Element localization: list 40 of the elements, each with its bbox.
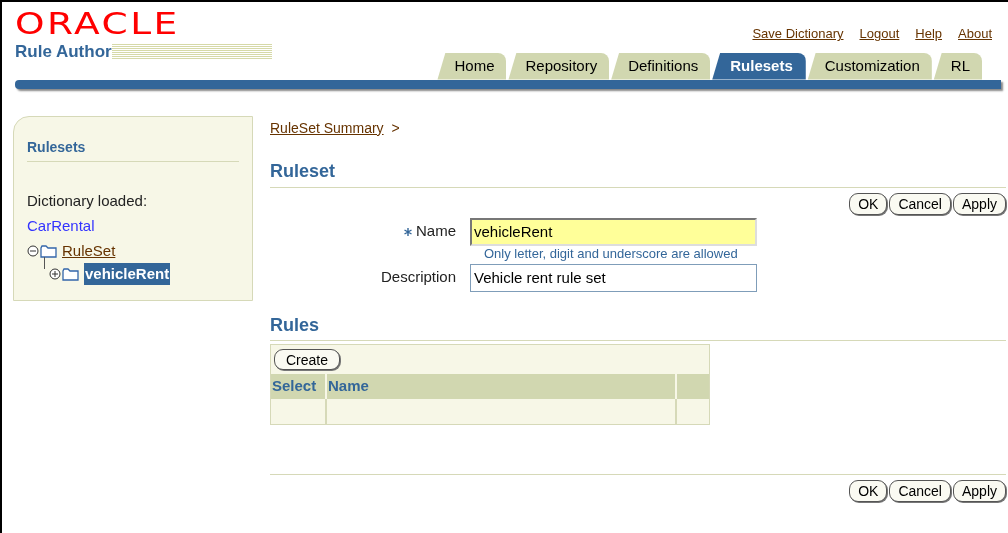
- header-link[interactable]: Help: [915, 24, 942, 44]
- form-button[interactable]: Cancel: [889, 192, 951, 215]
- tree-item[interactable]: vehicleRent: [84, 262, 171, 286]
- text-field[interactable]: Vehicle rent rule set: [470, 263, 757, 292]
- create-button[interactable]: Create: [274, 348, 341, 370]
- column-header: Name: [327, 373, 677, 399]
- breadcrumb-link[interactable]: RuleSet Summary: [270, 117, 384, 139]
- section-title: Rules: [270, 311, 1006, 341]
- tab[interactable]: RL: [933, 52, 982, 80]
- header-link[interactable]: About: [958, 24, 992, 44]
- collapse-icon[interactable]: [27, 245, 39, 257]
- tree-item[interactable]: RuleSet: [62, 239, 116, 263]
- expand-icon[interactable]: [49, 268, 61, 280]
- folder-icon: [40, 244, 57, 258]
- tab[interactable]: Home: [437, 52, 507, 80]
- column-header: Select: [271, 373, 327, 399]
- folder-icon: [62, 267, 79, 281]
- required-icon: [404, 227, 412, 236]
- tab[interactable]: Definitions: [611, 52, 711, 80]
- oracle-logo: ORACLE: [15, 8, 181, 40]
- form-button[interactable]: OK: [849, 192, 888, 215]
- form-button[interactable]: OK: [849, 479, 888, 502]
- dictionary-label: Dictionary loaded:: [27, 190, 149, 211]
- product-name: Rule Author: [15, 42, 112, 62]
- section-title: Ruleset: [270, 157, 1006, 188]
- sidebar-title: Rulesets: [27, 136, 239, 162]
- tab[interactable]: Rulesets: [712, 52, 806, 80]
- dictionary-name: CarRental: [27, 216, 96, 236]
- header-link[interactable]: Save Dictionary: [752, 24, 844, 44]
- tab[interactable]: Repository: [508, 52, 610, 80]
- text-field[interactable]: vehicleRent: [470, 217, 757, 246]
- form-button[interactable]: Cancel: [889, 479, 951, 502]
- header-link[interactable]: Logout: [859, 24, 900, 44]
- field-label: Description: [380, 267, 456, 288]
- form-button[interactable]: Apply: [952, 479, 1006, 502]
- form-button[interactable]: Apply: [952, 192, 1006, 215]
- field-hint: Only letter, digit and underscore are allowed: [484, 245, 739, 262]
- field-label: Name: [416, 221, 456, 242]
- breadcrumb-separator: >: [391, 118, 400, 138]
- tab[interactable]: Customization: [807, 52, 932, 80]
